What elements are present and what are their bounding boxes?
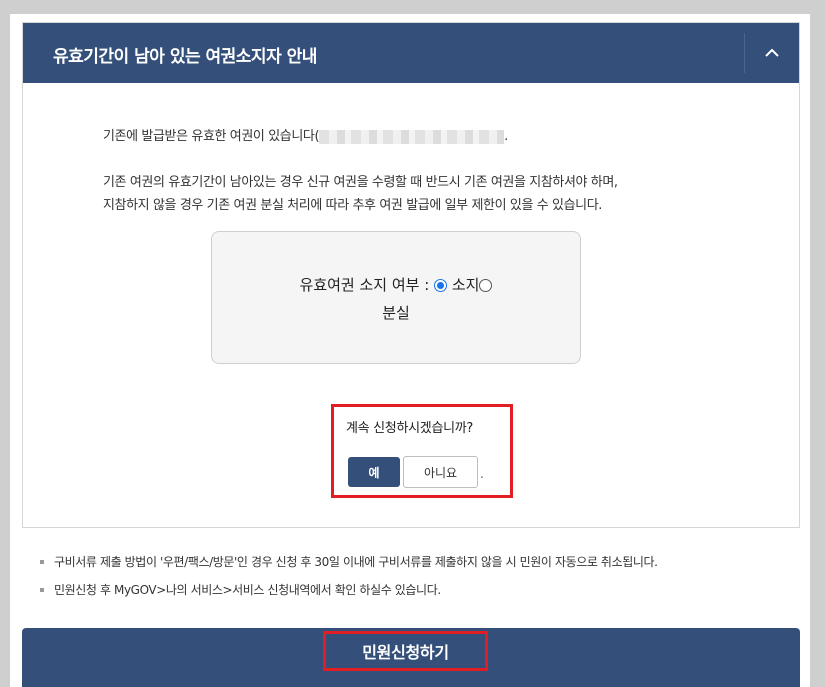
radio-lost-label: 분실 — [382, 304, 410, 322]
passport-holder-notice-panel: 유효기간이 남아 있는 여권소지자 안내 기존에 발급받은 유효한 여권이 있습… — [22, 22, 800, 528]
radio-own-label: 소지 — [451, 276, 480, 294]
continue-confirm-box: 계속 신청하시겠습니까? 예 아니요 . — [331, 404, 513, 498]
redacted-passport-info — [319, 129, 505, 144]
collapse-button[interactable] — [744, 33, 799, 73]
yes-button[interactable]: 예 — [348, 457, 400, 487]
guidance-list: 구비서류 제출 방법이 '우편/팩스/방문'인 경우 신청 후 30일 이내에 … — [40, 553, 658, 609]
panel-header: 유효기간이 남아 있는 여권소지자 안내 — [23, 23, 799, 83]
intro-text: 기존에 발급받은 유효한 여권이 있습니다(. — [103, 125, 508, 144]
no-button[interactable]: 아니요 — [403, 456, 478, 488]
radio-lost[interactable] — [479, 279, 493, 292]
notice-text: 기존 여권의 유효기간이 남아있는 경우 신규 여권을 수령할 때 반드시 기존… — [103, 171, 723, 217]
list-item: 구비서류 제출 방법이 '우편/팩스/방문'인 경우 신청 후 30일 이내에 … — [40, 553, 658, 581]
notice-line-2: 지참하지 않을 경우 기존 여권 분실 처리에 따라 추후 여권 발급에 일부 … — [103, 198, 602, 213]
intro-suffix: . — [504, 129, 508, 144]
submit-bar: 민원신청하기 — [22, 628, 800, 687]
notice-line-1: 기존 여권의 유효기간이 남아있는 경우 신규 여권을 수령할 때 반드시 기존… — [103, 175, 618, 190]
confirm-dot: . — [480, 467, 484, 481]
radio-own[interactable] — [434, 279, 448, 292]
list-item: 민원신청 후 MyGOV>나의 서비스>서비스 신청내역에서 확인 하실수 있습… — [40, 581, 658, 609]
chevron-up-icon — [765, 48, 779, 57]
intro-label: 기존에 발급받은 유효한 여권이 있습니다( — [103, 129, 320, 144]
passport-status-box: 유효여권 소지 여부 : 소지 분실 — [211, 231, 581, 364]
submit-highlight: 민원신청하기 — [323, 631, 488, 671]
passport-status-label: 유효여권 소지 여부 : — [299, 276, 430, 294]
passport-status-row: 유효여권 소지 여부 : 소지 — [212, 274, 580, 295]
submit-application-button[interactable]: 민원신청하기 — [326, 634, 485, 668]
panel-title: 유효기간이 남아 있는 여권소지자 안내 — [53, 47, 317, 67]
continue-question: 계속 신청하시겠습니까? — [346, 421, 474, 436]
